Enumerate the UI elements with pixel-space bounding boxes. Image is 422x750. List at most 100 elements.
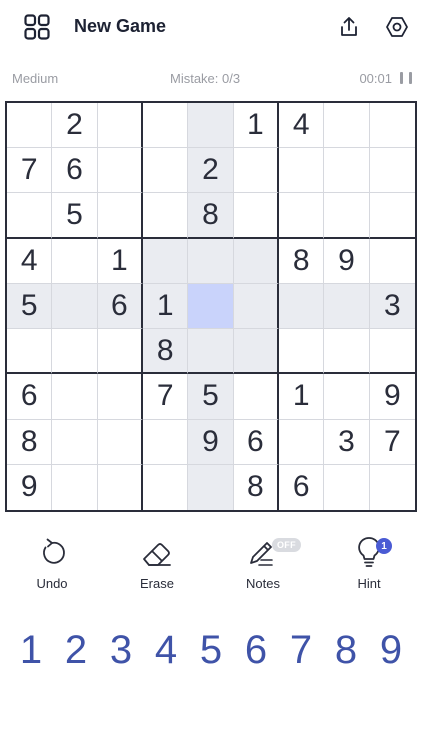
board-cell-r6c9[interactable] xyxy=(369,329,415,375)
board-cell-r3c8[interactable] xyxy=(324,193,370,239)
board-cell-r2c1[interactable]: 7 xyxy=(7,148,53,194)
board-cell-r4c4[interactable] xyxy=(142,238,189,284)
board-cell-r3c6[interactable] xyxy=(233,193,279,239)
board-cell-r7c6[interactable] xyxy=(233,374,279,420)
board-cell-r8c5[interactable]: 9 xyxy=(188,419,234,465)
hint-button[interactable]: 1 Hint xyxy=(334,536,404,591)
board-cell-r2c3[interactable] xyxy=(97,148,143,194)
board-cell-r5c4[interactable]: 1 xyxy=(142,283,189,330)
board-cell-r4c6[interactable] xyxy=(233,238,279,284)
notes-toggle-badge: OFF xyxy=(272,538,301,552)
board-cell-r8c8[interactable]: 3 xyxy=(324,419,370,465)
board-cell-r6c7[interactable] xyxy=(278,329,325,375)
board-cell-r6c6[interactable] xyxy=(233,329,279,375)
board-cell-r4c1[interactable]: 4 xyxy=(7,238,53,284)
number-pad-key[interactable]: 9 xyxy=(369,622,413,678)
board-cell-r4c3[interactable]: 1 xyxy=(97,238,143,284)
number-pad-key[interactable]: 1 xyxy=(9,622,53,678)
board-cell-r9c6[interactable]: 8 xyxy=(234,464,279,510)
board-cell-r1c8[interactable] xyxy=(324,103,370,149)
board-cell-r2c6[interactable] xyxy=(233,148,279,194)
board-cell-r8c4[interactable] xyxy=(142,419,189,465)
board-cell-r2c4[interactable] xyxy=(142,148,189,194)
board-cell-r7c3[interactable] xyxy=(97,374,143,420)
board-cell-r1c4[interactable] xyxy=(142,103,189,149)
board-cell-r9c5[interactable] xyxy=(188,464,234,510)
board-cell-r7c2[interactable] xyxy=(52,374,98,420)
board-cell-r9c1[interactable]: 9 xyxy=(7,464,53,510)
board-cell-r3c5[interactable]: 8 xyxy=(188,193,234,239)
pause-icon[interactable] xyxy=(400,72,412,86)
board-cell-r6c8[interactable] xyxy=(324,329,370,375)
board-cell-r5c8[interactable] xyxy=(324,283,370,330)
board-cell-r7c9[interactable]: 9 xyxy=(369,374,415,420)
board-cell-r1c7[interactable]: 4 xyxy=(278,103,325,149)
board-cell-r6c5[interactable] xyxy=(188,329,234,375)
erase-button[interactable]: Erase xyxy=(122,536,192,591)
board-cell-r3c2[interactable]: 5 xyxy=(52,193,98,239)
board-cell-r7c1[interactable]: 6 xyxy=(7,374,53,420)
number-pad-key[interactable]: 5 xyxy=(189,622,233,678)
number-pad-key[interactable]: 2 xyxy=(54,622,98,678)
board-cell-r7c8[interactable] xyxy=(324,374,370,420)
board-cell-r8c3[interactable] xyxy=(97,419,143,465)
number-pad-key[interactable]: 7 xyxy=(279,622,323,678)
board-cell-r2c9[interactable] xyxy=(369,148,415,194)
grid-icon[interactable] xyxy=(20,12,54,42)
board-cell-r7c7[interactable]: 1 xyxy=(278,374,325,420)
board-cell-r3c4[interactable] xyxy=(142,193,189,239)
board-cell-r1c9[interactable] xyxy=(369,103,415,149)
board-cell-r5c9[interactable]: 3 xyxy=(369,283,415,330)
board-cell-r4c7[interactable]: 8 xyxy=(278,238,325,284)
board-cell-r1c3[interactable] xyxy=(97,103,143,149)
board-cell-r1c2[interactable]: 2 xyxy=(52,103,98,149)
board-cell-r9c8[interactable] xyxy=(324,464,370,510)
board-cell-r8c7[interactable] xyxy=(278,419,325,465)
number-pad-key[interactable]: 4 xyxy=(144,622,188,678)
board-cell-r8c1[interactable]: 8 xyxy=(7,419,53,465)
board-cell-r3c3[interactable] xyxy=(97,193,143,239)
board-cell-r9c2[interactable] xyxy=(52,464,98,510)
gear-icon[interactable] xyxy=(382,12,412,42)
board-cell-r6c1[interactable] xyxy=(7,329,53,375)
board-cell-r1c1[interactable] xyxy=(7,103,53,149)
number-pad-key[interactable]: 8 xyxy=(324,622,368,678)
share-icon[interactable] xyxy=(334,12,364,42)
board-cell-r6c3[interactable] xyxy=(97,329,143,375)
board-cell-r6c2[interactable] xyxy=(52,329,98,375)
board-cell-r6c4[interactable]: 8 xyxy=(142,329,189,375)
board-cell-r2c5[interactable]: 2 xyxy=(188,148,234,194)
board-cell-r7c4[interactable]: 7 xyxy=(142,374,189,420)
header: New Game xyxy=(0,0,422,56)
board-cell-r8c6[interactable]: 6 xyxy=(233,419,279,465)
board-cell-r8c9[interactable]: 7 xyxy=(369,420,415,465)
board-cell-r9c3[interactable] xyxy=(98,464,143,510)
board-cell-r4c5[interactable] xyxy=(188,238,234,284)
board-cell-r4c2[interactable] xyxy=(52,238,98,284)
number-pad-key[interactable]: 3 xyxy=(99,622,143,678)
board-cell-r4c8[interactable]: 9 xyxy=(324,238,370,284)
undo-button[interactable]: Undo xyxy=(17,536,87,591)
board-cell-r5c1[interactable]: 5 xyxy=(7,283,53,330)
board-cell-r9c9[interactable] xyxy=(370,465,415,510)
board-cell-r3c7[interactable] xyxy=(278,193,325,239)
board-cell-r1c6[interactable]: 1 xyxy=(233,103,279,149)
board-cell-r2c2[interactable]: 6 xyxy=(52,148,98,194)
board-cell-r3c9[interactable] xyxy=(369,193,415,239)
board-cell-r4c9[interactable] xyxy=(369,239,415,284)
board-cell-r9c7[interactable]: 6 xyxy=(279,464,325,510)
notes-button[interactable]: OFF Notes xyxy=(228,536,301,591)
board-cell-r5c3[interactable]: 6 xyxy=(97,283,143,330)
board-cell-r5c6[interactable] xyxy=(233,283,279,330)
board-cell-r5c5[interactable] xyxy=(188,283,234,330)
board-cell-r5c7[interactable] xyxy=(278,283,325,330)
board-cell-r3c1[interactable] xyxy=(7,193,53,239)
board-cell-r1c5[interactable] xyxy=(188,103,234,149)
board-cell-r2c8[interactable] xyxy=(324,148,370,194)
board-cell-r2c7[interactable] xyxy=(278,148,325,194)
board-cell-r7c5[interactable]: 5 xyxy=(188,374,234,420)
number-pad-key[interactable]: 6 xyxy=(234,622,278,678)
board-cell-r8c2[interactable] xyxy=(52,419,98,465)
board-cell-r5c2[interactable] xyxy=(52,283,98,330)
board-cell-r9c4[interactable] xyxy=(143,464,189,510)
